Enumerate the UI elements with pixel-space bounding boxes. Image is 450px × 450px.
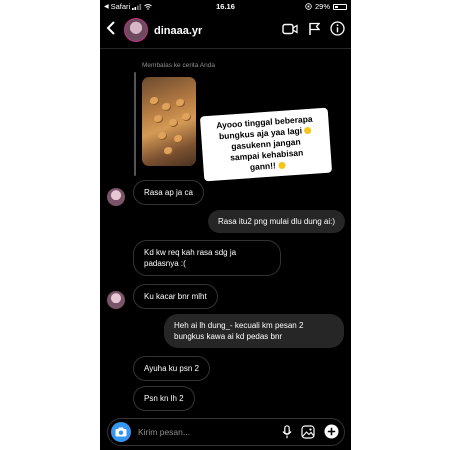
message-incoming[interactable]: Kd kw req kah rasa sdg ja padasnya :( bbox=[133, 240, 281, 276]
food-item bbox=[162, 103, 171, 111]
message-input[interactable] bbox=[138, 425, 258, 439]
sender-avatar[interactable] bbox=[107, 188, 125, 206]
message-composer bbox=[107, 418, 345, 446]
status-bar: ◀ Safari 16.16 29% bbox=[100, 0, 351, 12]
food-item bbox=[154, 115, 163, 123]
chat-username[interactable]: dinaaa.yr bbox=[154, 25, 202, 37]
video-call-icon[interactable] bbox=[282, 23, 298, 35]
smile-emoji-icon bbox=[277, 161, 286, 170]
message-incoming[interactable]: Ayuha ku psn 2 bbox=[133, 356, 211, 381]
plus-icon[interactable] bbox=[324, 424, 339, 439]
battery-fill bbox=[335, 5, 339, 8]
gallery-icon[interactable] bbox=[301, 424, 315, 439]
food-item bbox=[182, 113, 191, 121]
food-item bbox=[164, 147, 173, 155]
story-thumbnail[interactable] bbox=[142, 77, 196, 166]
message-outgoing[interactable]: Heh ai lh dung_- kecuali km pesan 2 bung… bbox=[164, 314, 344, 348]
food-item bbox=[174, 135, 183, 143]
reply-indicator-bar bbox=[134, 72, 136, 176]
status-right: 29% bbox=[305, 2, 347, 11]
header-actions bbox=[282, 21, 345, 36]
camera-icon bbox=[115, 427, 127, 437]
food-item bbox=[176, 99, 185, 107]
back-arrow-icon[interactable] bbox=[106, 20, 116, 38]
flag-icon[interactable] bbox=[308, 22, 320, 36]
message-incoming[interactable]: Ku kacar bnr mlht bbox=[133, 284, 218, 309]
orientation-lock-icon bbox=[305, 3, 312, 10]
food-item bbox=[158, 132, 167, 140]
composer-actions bbox=[282, 424, 339, 439]
sender-avatar[interactable] bbox=[107, 291, 125, 309]
battery-icon bbox=[333, 3, 347, 10]
info-icon[interactable] bbox=[330, 21, 345, 36]
chat-header: dinaaa.yr bbox=[100, 14, 351, 49]
profile-avatar[interactable] bbox=[124, 18, 148, 42]
story-text-sticker: Ayooo tinggal beberapa bungkus aja yaa l… bbox=[199, 107, 333, 182]
chat-screen: ◀ Safari 16.16 29% dinaaa.yr Membalas ke… bbox=[100, 0, 351, 450]
smile-emoji-icon bbox=[304, 127, 312, 135]
food-item bbox=[150, 97, 159, 105]
message-incoming[interactable]: Psn kn lh 2 bbox=[133, 386, 195, 411]
camera-button[interactable] bbox=[111, 422, 131, 442]
message-incoming[interactable]: Rasa ap ja ca bbox=[133, 180, 204, 205]
message-outgoing[interactable]: Rasa itu2 png mulai dlu dung ai:) bbox=[208, 210, 345, 233]
food-item bbox=[169, 119, 178, 127]
microphone-icon[interactable] bbox=[282, 424, 292, 439]
story-reply-note: Membalas ke cerita Anda bbox=[142, 62, 215, 69]
battery-percent: 29% bbox=[314, 2, 330, 11]
